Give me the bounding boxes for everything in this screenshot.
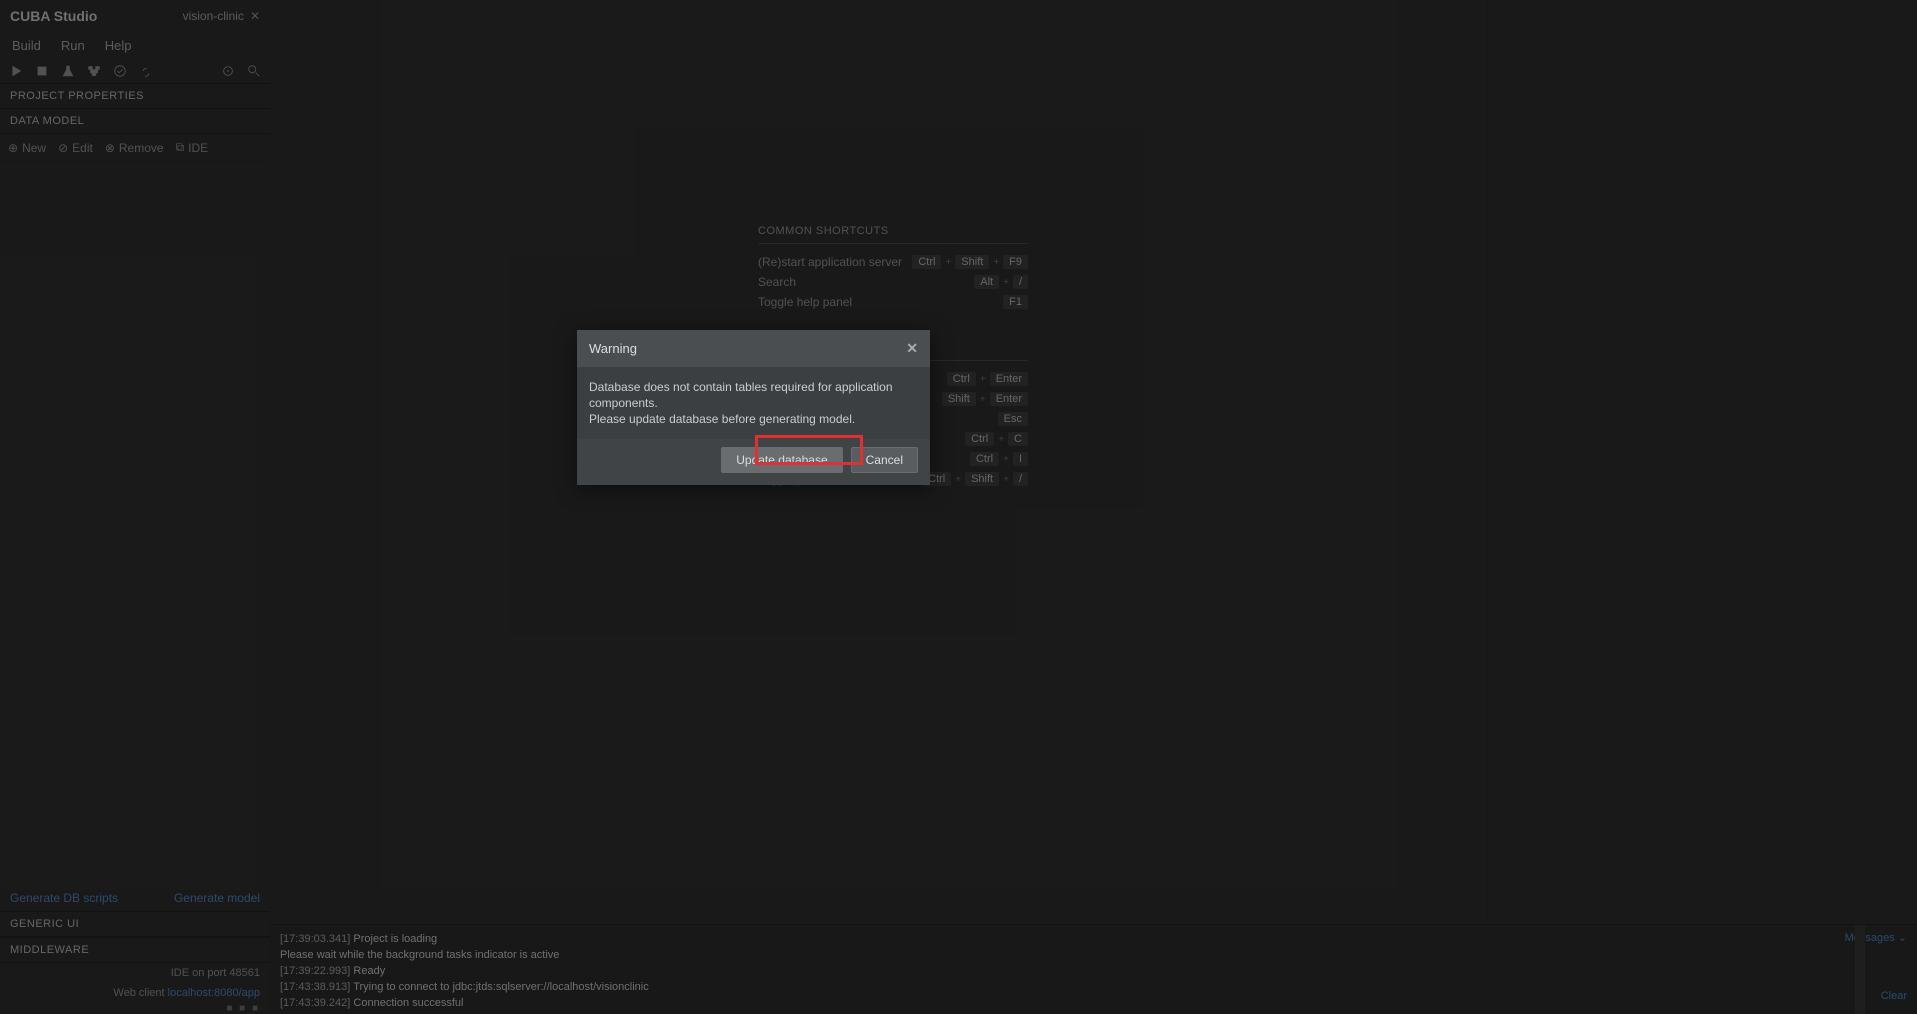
dialog-footer: Update database Cancel: [577, 439, 930, 485]
update-database-button[interactable]: Update database: [721, 447, 842, 473]
dialog-title-bar: Warning ✕: [577, 330, 930, 367]
dialog-close-icon[interactable]: ✕: [906, 340, 918, 357]
cancel-button[interactable]: Cancel: [851, 447, 918, 473]
dialog-body: Database does not contain tables require…: [577, 367, 930, 439]
dialog-message-line2: Please update database before generating…: [589, 411, 918, 427]
dialog-title: Warning: [589, 341, 637, 356]
warning-dialog: Warning ✕ Database does not contain tabl…: [577, 330, 930, 485]
dialog-message-line1: Database does not contain tables require…: [589, 379, 918, 411]
modal-overlay: [0, 0, 1917, 1014]
